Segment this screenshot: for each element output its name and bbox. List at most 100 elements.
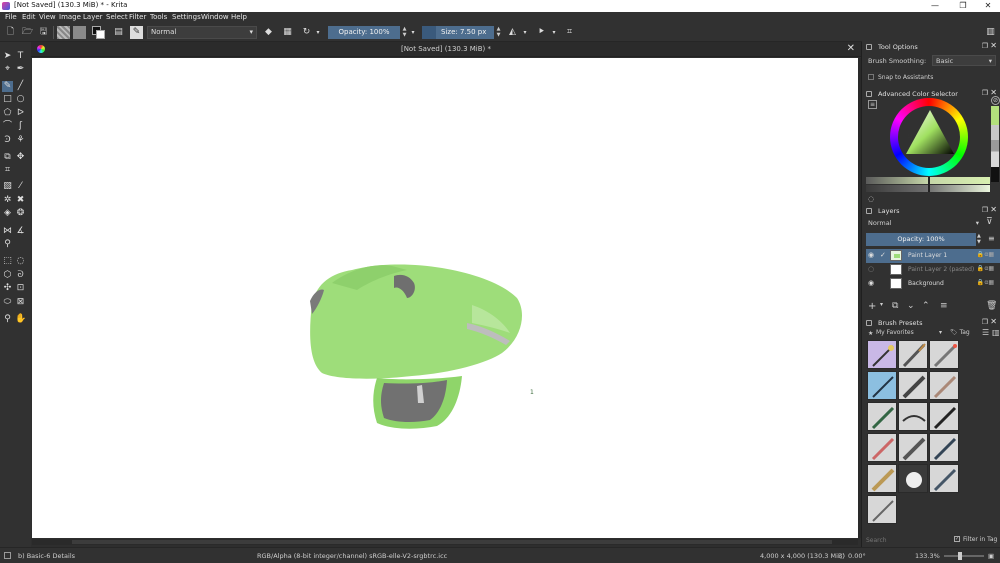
freehand-brush-icon[interactable]: ✎ — [2, 81, 13, 92]
fg-bg-color-icon[interactable] — [92, 26, 105, 39]
brush-preset-tile[interactable] — [929, 433, 959, 462]
reference-images-icon[interactable]: ⚲ — [2, 239, 13, 250]
reload-preset-icon[interactable]: ↻ — [300, 26, 313, 39]
chevron-down-icon[interactable]: ▾ — [409, 26, 417, 39]
brush-preset-tile[interactable] — [898, 371, 928, 400]
move-layer-up-icon[interactable]: ⌃ — [922, 301, 930, 311]
save-icon[interactable]: 🖫 — [37, 26, 50, 39]
close-panel-icon[interactable]: ✕ — [990, 205, 997, 214]
pan-tool-icon[interactable]: ✋ — [15, 314, 26, 325]
float-panel-icon[interactable]: ❐ — [982, 89, 988, 97]
add-layer-icon[interactable]: + — [868, 301, 876, 312]
preset-search-input[interactable] — [866, 535, 946, 545]
snap-checkbox[interactable] — [868, 74, 874, 80]
view-mode-icon[interactable]: ☰ — [982, 328, 989, 337]
line-tool-icon[interactable]: ╱ — [15, 81, 26, 92]
brush-settings-icon[interactable]: ▤ — [112, 26, 125, 39]
slider-handle[interactable] — [928, 177, 930, 192]
hue-ring[interactable] — [890, 98, 968, 176]
freehand-path-icon[interactable]: ʃ — [15, 121, 26, 132]
horizontal-scrollbar[interactable] — [32, 539, 858, 545]
brush-settings-icon[interactable]: ▥ — [992, 328, 1000, 337]
minimize-button[interactable]: — — [922, 0, 948, 12]
brush-preset-tile[interactable] — [867, 371, 897, 400]
chevron-down-icon[interactable]: ▾ — [550, 26, 558, 39]
multibrush-icon[interactable]: ⚘ — [15, 135, 26, 146]
fill-tool-icon[interactable]: ◈ — [2, 208, 13, 219]
menu-filter[interactable]: Filter — [129, 13, 146, 21]
statusbar-menu-icon[interactable]: ▣ — [988, 552, 994, 560]
brush-preset-tile[interactable] — [898, 340, 928, 369]
duplicate-layer-icon[interactable]: ⧉ — [892, 301, 898, 311]
close-panel-icon[interactable]: ✕ — [990, 41, 997, 50]
brush-preset-tile[interactable] — [929, 340, 959, 369]
layer-row[interactable]: ◉ ✓ Paint Layer 1 🔒α▦ — [866, 249, 1000, 263]
recent-colors-strip[interactable] — [991, 106, 999, 182]
bezier-select-icon[interactable]: ⬭ — [2, 297, 13, 308]
scrollbar-thumb[interactable] — [72, 540, 832, 544]
layer-properties-icon[interactable]: ≡ — [940, 301, 948, 311]
rectangle-tool-icon[interactable]: □ — [2, 94, 13, 105]
brush-preset-tile[interactable] — [898, 402, 928, 431]
transform-tool-icon[interactable]: ⧉ — [2, 152, 13, 163]
mirror-vertical-icon[interactable]: ⯈ — [535, 26, 548, 39]
layer-lock-icon[interactable]: 🔒α▦ — [977, 265, 994, 272]
preserve-alpha-icon[interactable]: ▦ — [281, 26, 294, 39]
freehand-select-icon[interactable]: ᘐ — [15, 270, 26, 281]
layer-blend-select[interactable]: Normal ▾ — [866, 218, 982, 229]
calligraphy-icon[interactable]: ✒ — [15, 64, 26, 75]
menu-settings[interactable]: Settings — [172, 13, 201, 21]
reset-color-icon[interactable]: ◌ — [868, 195, 874, 203]
move-layer-down-icon[interactable]: ⌄ — [907, 301, 915, 311]
brush-preset-tile[interactable] — [867, 433, 897, 462]
checkmark-icon[interactable]: ✓ — [880, 251, 886, 259]
layer-row[interactable]: ◉ Background 🔒α▦ — [866, 277, 1000, 291]
eraser-icon[interactable]: ◆ — [262, 26, 275, 39]
vertical-scrollbar[interactable] — [858, 58, 861, 538]
enclose-fill-icon[interactable]: ❂ — [15, 208, 26, 219]
dynamic-brush-icon[interactable]: Ͽ — [2, 135, 13, 146]
float-panel-icon[interactable]: ❐ — [982, 318, 988, 326]
float-panel-icon[interactable]: ❐ — [982, 206, 988, 214]
menu-tools[interactable]: Tools — [150, 13, 167, 21]
similar-select-icon[interactable]: ⊡ — [15, 283, 26, 294]
menu-select[interactable]: Select — [106, 13, 128, 21]
layer-lock-icon[interactable]: 🔒α▦ — [977, 279, 994, 286]
tag-button[interactable]: 🏷 Tag — [950, 329, 970, 336]
close-panel-icon[interactable]: ✕ — [990, 317, 997, 326]
brush-preset-tile[interactable] — [929, 464, 959, 493]
open-document-icon[interactable]: 🗁 — [21, 26, 34, 39]
delete-layer-icon[interactable]: 🗑 — [986, 301, 997, 311]
brush-smoothing-select[interactable]: Basic ▾ — [932, 55, 996, 66]
brush-preset-tile[interactable] — [898, 464, 928, 493]
text-tool-icon[interactable]: T — [15, 51, 26, 62]
pattern-icon[interactable] — [73, 26, 86, 39]
measure-tool-icon[interactable]: ∡ — [15, 226, 26, 237]
brush-preset-tile[interactable] — [867, 402, 897, 431]
size-spin-icon[interactable]: ▲ ▼ — [495, 26, 502, 39]
menu-file[interactable]: File — [5, 13, 17, 21]
blend-mode-select[interactable]: Normal ▾ — [147, 26, 257, 39]
close-document-icon[interactable]: ✕ — [847, 43, 855, 54]
brush-preset-tile[interactable] — [929, 371, 959, 400]
menu-edit[interactable]: Edit — [22, 13, 36, 21]
color-info-icon[interactable]: ⊘ — [991, 96, 1000, 105]
document-tab[interactable]: [Not Saved] (130.3 MiB) * ✕ — [31, 42, 861, 57]
visibility-eye-icon[interactable]: ◉ — [868, 251, 874, 259]
zoom-tool-icon[interactable]: ⚲ — [2, 314, 13, 325]
polyline-tool-icon[interactable]: ᐅ — [15, 108, 26, 119]
magnetic-select-icon[interactable]: ⊠ — [15, 297, 26, 308]
tag-filter-select[interactable]: My Favorites ▾ — [876, 329, 944, 338]
edit-shapes-icon[interactable]: ⌖ — [2, 64, 13, 75]
brush-preset-tile[interactable] — [867, 464, 897, 493]
brush-preset-icon[interactable]: ✎ — [130, 26, 143, 39]
bezier-tool-icon[interactable]: ⌒ — [2, 121, 13, 132]
polygon-tool-icon[interactable]: ⬠ — [2, 108, 13, 119]
layer-row[interactable]: ○ Paint Layer 2 (pasted) 🔒α▦ — [866, 263, 1000, 277]
menu-view[interactable]: View — [39, 13, 56, 21]
menu-image[interactable]: Image — [59, 13, 81, 21]
layer-opacity-slider[interactable]: Opacity: 100% — [866, 233, 976, 246]
layer-menu-icon[interactable]: ≡ — [988, 234, 995, 243]
drawing-canvas[interactable]: 1 — [32, 58, 858, 538]
float-panel-icon[interactable]: ❐ — [982, 42, 988, 50]
